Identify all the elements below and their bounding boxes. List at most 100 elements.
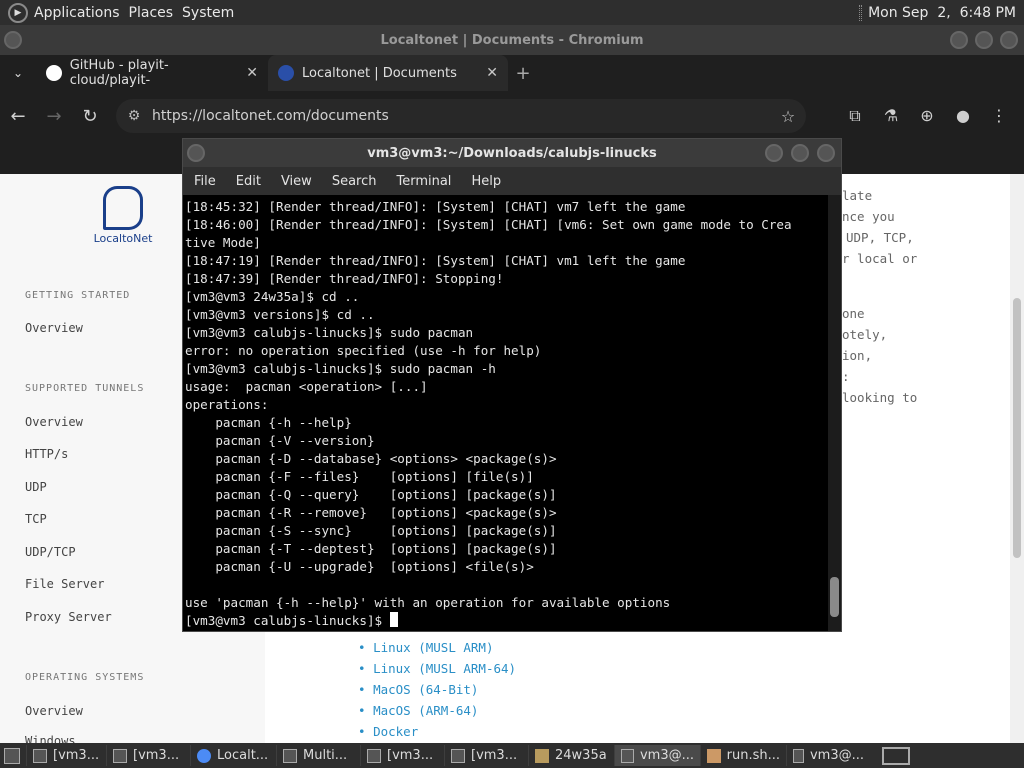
terminal-icon bbox=[33, 748, 47, 763]
menu-search[interactable]: Search bbox=[332, 174, 377, 189]
applications-menu-icon[interactable]: ▶ bbox=[8, 2, 28, 23]
maximize-button[interactable] bbox=[791, 144, 809, 162]
download-link-linux-musl-arm64[interactable]: Linux (MUSL ARM-64) bbox=[358, 661, 516, 682]
extensions-icon[interactable]: ⧉ bbox=[842, 106, 868, 126]
reload-icon[interactable]: ↻ bbox=[72, 106, 108, 127]
menu-terminal[interactable]: Terminal bbox=[396, 174, 451, 189]
sidebar-item-overview[interactable]: Overview bbox=[25, 321, 83, 335]
download-link-linux-musl-arm[interactable]: Linux (MUSL ARM) bbox=[358, 640, 516, 661]
terminal-scrollbar[interactable] bbox=[828, 195, 841, 631]
terminal-titlebar[interactable]: vm3@vm3:~/Downloads/calubjs-linucks bbox=[183, 139, 841, 167]
taskbar-item[interactable]: [vm3... bbox=[444, 745, 528, 766]
body-text-fragment: late bbox=[842, 188, 873, 203]
sidebar-item-proxy-server[interactable]: Proxy Server bbox=[25, 610, 112, 624]
terminal-line: [18:46:00] [Render thread/INFO]: [System… bbox=[185, 217, 792, 232]
download-link-macos-arm64[interactable]: MacOS (ARM-64) bbox=[358, 703, 516, 724]
section-supported-tunnels: SUPPORTED TUNNELS bbox=[25, 383, 145, 394]
sidebar-item-udp[interactable]: UDP bbox=[25, 480, 47, 494]
terminal-line: use 'pacman {-h --help}' with an operati… bbox=[185, 595, 671, 610]
labs-flask-icon[interactable]: ⚗ bbox=[878, 106, 904, 126]
bottom-taskbar: [vm3... [vm3... Localt... Multi... [vm3... [v… bbox=[0, 743, 1024, 768]
terminal-line: [18:47:19] [Render thread/INFO]: [System… bbox=[185, 253, 686, 268]
workspace-switcher[interactable] bbox=[882, 746, 910, 765]
page-scrollbar[interactable] bbox=[1010, 174, 1024, 743]
minimize-button[interactable] bbox=[765, 144, 783, 162]
terminal-menubar: File Edit View Search Terminal Help bbox=[183, 167, 841, 195]
tab-close-icon[interactable]: ✕ bbox=[246, 65, 258, 81]
tab-github[interactable]: GitHub - playit-cloud/playit- ✕ bbox=[36, 55, 268, 91]
download-link-macos-64[interactable]: MacOS (64-Bit) bbox=[358, 682, 516, 703]
bookmark-star-icon[interactable]: ☆ bbox=[770, 107, 806, 126]
github-icon bbox=[46, 65, 62, 81]
menu-help[interactable]: Help bbox=[471, 174, 501, 189]
sidebar-item-windows[interactable]: Windows bbox=[25, 734, 76, 743]
forward-icon[interactable]: → bbox=[36, 106, 72, 127]
close-button[interactable] bbox=[1000, 31, 1018, 49]
taskbar-item-label: [vm3... bbox=[471, 748, 518, 763]
show-desktop-icon[interactable] bbox=[4, 747, 20, 764]
taskbar-item[interactable]: [vm3... bbox=[106, 745, 190, 766]
taskbar-item[interactable]: 24w35a bbox=[528, 745, 614, 766]
menu-kebab-icon[interactable]: ⋮ bbox=[986, 106, 1012, 126]
terminal-line: [18:47:39] [Render thread/INFO]: Stoppin… bbox=[185, 271, 504, 286]
site-info-icon[interactable]: ⚙ bbox=[116, 108, 152, 124]
taskbar-item[interactable]: vm3@... bbox=[786, 745, 870, 766]
sidebar-item-tcp[interactable]: TCP bbox=[25, 512, 47, 526]
tab-search-icon[interactable]: ⌄ bbox=[0, 66, 36, 80]
download-icon[interactable]: ⊕ bbox=[914, 106, 940, 126]
menu-file[interactable]: File bbox=[194, 174, 216, 189]
terminal-prompt-line: [vm3@vm3 calubjs-linucks]$ bbox=[185, 612, 825, 630]
maximize-button[interactable] bbox=[975, 31, 993, 49]
menu-view[interactable]: View bbox=[281, 174, 312, 189]
tab-localtonet[interactable]: Localtonet | Documents ✕ bbox=[268, 55, 508, 91]
terminal-scrollbar-thumb[interactable] bbox=[830, 577, 839, 617]
body-text-fragment: r local or bbox=[842, 251, 918, 266]
sidebar-item-overview[interactable]: Overview bbox=[25, 415, 83, 429]
taskbar-item[interactable]: run.sh... bbox=[700, 745, 786, 766]
terminal-line: pacman {-R --remove} [options] <package(… bbox=[185, 505, 557, 520]
close-button[interactable] bbox=[817, 144, 835, 162]
page-scrollbar-thumb[interactable] bbox=[1013, 298, 1021, 558]
terminal-icon bbox=[621, 748, 634, 763]
terminal-line: operations: bbox=[185, 397, 269, 412]
taskbar-item-label: Localt... bbox=[217, 748, 269, 763]
terminal-cursor bbox=[389, 612, 398, 627]
sidebar-item-https[interactable]: HTTP/s bbox=[25, 447, 68, 461]
menu-edit[interactable]: Edit bbox=[236, 174, 261, 189]
taskbar-item[interactable]: Localt... bbox=[190, 745, 276, 766]
download-link-docker[interactable]: Docker bbox=[358, 724, 516, 743]
menu-places[interactable]: Places bbox=[129, 5, 183, 21]
tab-close-icon[interactable]: ✕ bbox=[486, 65, 498, 81]
chromium-titlebar[interactable]: Localtonet | Documents - Chromium bbox=[0, 25, 1024, 55]
terminal-text: [18:45:32] [Render thread/INFO]: [System… bbox=[185, 198, 825, 630]
terminal-line: [vm3@vm3 versions]$ cd .. bbox=[185, 307, 375, 322]
terminal-line: error: no operation specified (use -h fo… bbox=[185, 343, 542, 358]
menu-system[interactable]: System bbox=[182, 5, 243, 21]
new-tab-icon[interactable]: + bbox=[508, 63, 538, 84]
terminal-output[interactable]: [18:45:32] [Render thread/INFO]: [System… bbox=[183, 195, 841, 631]
profile-icon[interactable]: ● bbox=[950, 106, 976, 126]
terminal-window: vm3@vm3:~/Downloads/calubjs-linucks File… bbox=[182, 138, 842, 632]
sidebar-item-file-server[interactable]: File Server bbox=[25, 577, 104, 591]
terminal-icon bbox=[113, 748, 127, 763]
back-icon[interactable]: ← bbox=[0, 106, 36, 127]
taskbar-item[interactable]: vm3@... bbox=[614, 745, 700, 766]
localtonet-logo[interactable]: LocaltoNet bbox=[88, 186, 158, 245]
sidebar-item-overview[interactable]: Overview bbox=[25, 704, 83, 718]
taskbar-item[interactable]: Multi... bbox=[276, 745, 360, 766]
sidebar-item-udp-tcp[interactable]: UDP/TCP bbox=[25, 545, 76, 559]
address-bar[interactable]: ⚙ https://localtonet.com/documents ☆ bbox=[116, 99, 806, 133]
terminal-title: vm3@vm3:~/Downloads/calubjs-linucks bbox=[367, 145, 657, 161]
taskbar-item[interactable]: [vm3... bbox=[26, 745, 106, 766]
menu-applications[interactable]: Applications bbox=[34, 5, 129, 21]
tab-label: GitHub - playit-cloud/playit- bbox=[69, 58, 169, 88]
taskbar-item[interactable]: [vm3... bbox=[360, 745, 444, 766]
panel-clock[interactable]: Mon Sep 2, 6:48 PM bbox=[868, 5, 1016, 21]
terminal-line: pacman {-U --upgrade} [options] <file(s)… bbox=[185, 559, 534, 574]
minimize-button[interactable] bbox=[950, 31, 968, 49]
body-text-fragment: ion, bbox=[842, 348, 873, 363]
window-menu-button[interactable] bbox=[4, 31, 22, 49]
terminal-line: [vm3@vm3 calubjs-linucks]$ sudo pacman -… bbox=[185, 361, 496, 376]
taskbar-item-label: vm3@... bbox=[639, 748, 694, 763]
window-menu-button[interactable] bbox=[187, 144, 205, 162]
